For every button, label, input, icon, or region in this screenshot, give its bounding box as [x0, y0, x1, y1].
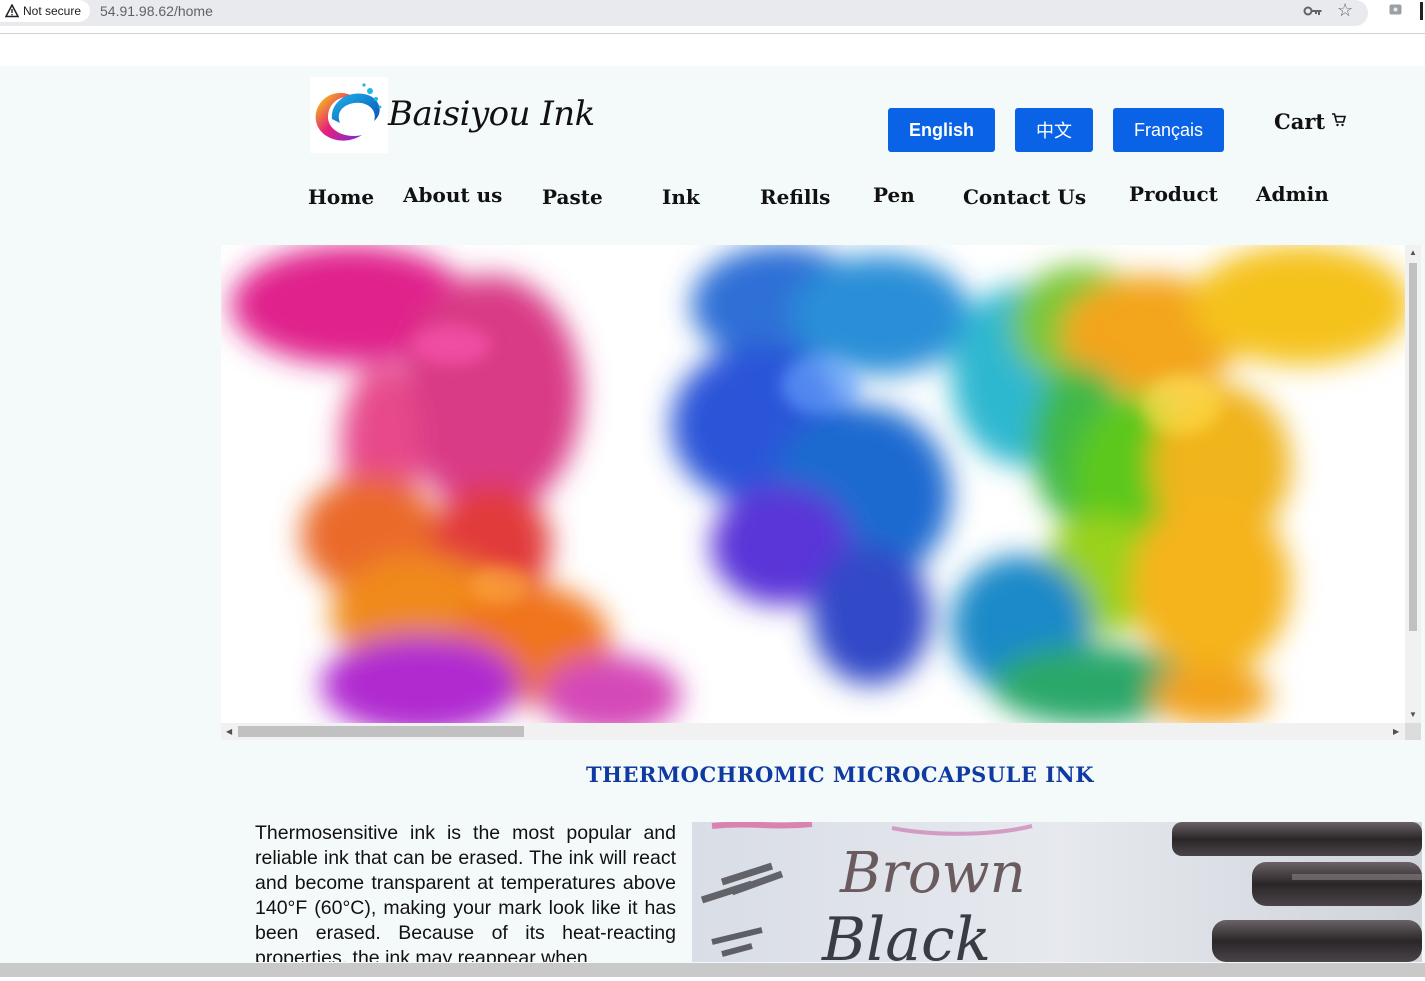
extension-icon[interactable] [1389, 4, 1402, 15]
page-horizontal-scrollbar[interactable] [0, 963, 1425, 977]
horizontal-scrollbar[interactable]: ◀ ▶ [221, 723, 1405, 740]
cart-icon [1332, 113, 1347, 127]
photo-word-black: Black [821, 905, 991, 962]
photo-word-brown: Brown [839, 841, 1026, 906]
nav-admin[interactable]: Admin [1256, 182, 1329, 206]
nav-pen[interactable]: Pen [873, 183, 915, 207]
nav-product[interactable]: Product [1129, 182, 1218, 206]
window-edge [1420, 2, 1423, 20]
toolbar-divider [0, 33, 1425, 34]
nav-home[interactable]: Home [308, 185, 374, 209]
nav-ink[interactable]: Ink [662, 185, 700, 209]
cart-label: Cart [1274, 109, 1326, 134]
hero-carousel[interactable]: ▲ ▼ ◀ ▶ [221, 245, 1421, 740]
cart-link[interactable]: Cart [1274, 109, 1347, 134]
section-title: THERMOCHROMIC MICROCAPSULE INK [585, 762, 1095, 787]
vertical-scrollbar[interactable]: ▲ ▼ [1405, 245, 1421, 723]
brand-logo[interactable] [310, 77, 388, 153]
language-chinese-button[interactable]: 中文 [1015, 108, 1093, 152]
page: Baisiyou Ink English 中文 Français Cart Ho… [0, 66, 1425, 963]
scroll-up-arrow-icon[interactable]: ▲ [1409, 249, 1417, 257]
intro-paragraph: Thermosensitive ink is the most popular … [255, 822, 676, 962]
horizontal-scroll-thumb[interactable] [238, 726, 524, 737]
scrollbar-corner [1405, 723, 1421, 740]
key-icon[interactable] [1303, 3, 1323, 19]
vertical-scroll-thumb[interactable] [1409, 263, 1417, 631]
scroll-left-arrow-icon[interactable]: ◀ [226, 728, 232, 736]
language-english-button[interactable]: English [888, 108, 995, 152]
brand-name[interactable]: Baisiyou Ink [388, 94, 595, 134]
url-text[interactable]: 54.91.98.62/home [100, 3, 213, 19]
language-french-button[interactable]: Français [1113, 108, 1224, 152]
security-label: Not secure [23, 4, 82, 18]
scroll-right-arrow-icon[interactable]: ▶ [1393, 728, 1399, 736]
nav-refills[interactable]: Refills [760, 185, 830, 209]
nav-paste[interactable]: Paste [542, 185, 603, 209]
window-bottom-edge [0, 977, 1425, 981]
star-icon[interactable]: ☆ [1337, 1, 1353, 19]
scroll-down-arrow-icon[interactable]: ▼ [1409, 711, 1417, 719]
security-indicator[interactable]: Not secure [0, 0, 90, 22]
warning-triangle-icon [5, 4, 19, 18]
address-bar[interactable]: Not secure 54.91.98.62/home ☆ [0, 0, 1368, 26]
nav-contact-us[interactable]: Contact Us [963, 185, 1086, 209]
hero-ink-smoke-image [221, 245, 1405, 723]
nav-about-us[interactable]: About us [403, 183, 502, 207]
ink-sample-photo: Brown Black [692, 822, 1422, 962]
